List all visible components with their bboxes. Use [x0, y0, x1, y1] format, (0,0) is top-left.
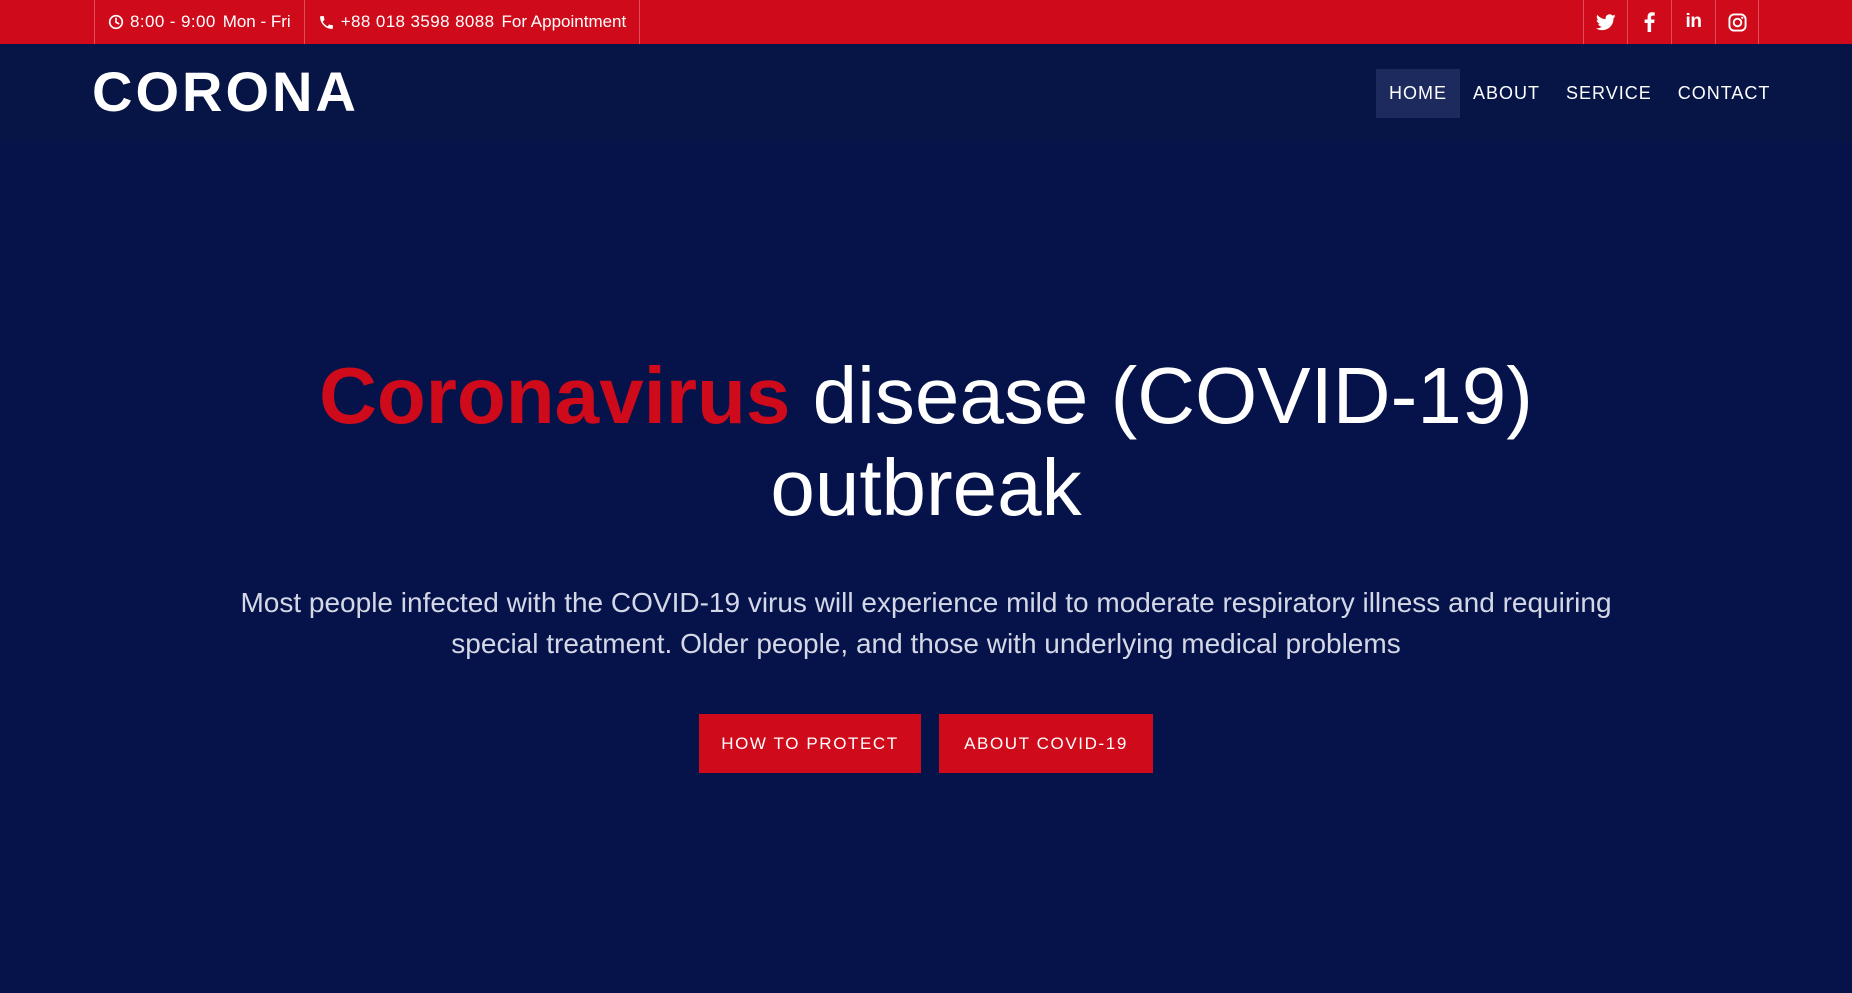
social-links: in — [1583, 0, 1759, 44]
hero-buttons: HOW TO PROTECT ABOUT COVID-19 — [0, 714, 1852, 773]
hours-time: 8:00 - 9:00 — [130, 12, 216, 31]
hero-title-rest: disease (COVID-19) outbreak — [770, 351, 1533, 532]
linkedin-icon: in — [1685, 11, 1702, 32]
facebook-link[interactable] — [1627, 0, 1671, 44]
clock-icon — [108, 14, 124, 30]
phone-icon — [319, 15, 333, 29]
phone-number[interactable]: +88 018 3598 8088 — [341, 12, 495, 32]
nav-item-home[interactable]: HOME — [1376, 69, 1460, 118]
site-header: CORONA HOME ABOUT SERVICE CONTACT — [0, 44, 1852, 142]
nav-item-contact[interactable]: CONTACT — [1665, 69, 1784, 118]
contact-info: 8:00 - 9:00 Mon - Fri +88 018 3598 8088 … — [94, 0, 641, 44]
twitter-link[interactable] — [1583, 0, 1627, 44]
about-covid-button[interactable]: ABOUT COVID-19 — [939, 714, 1153, 773]
phone-note: For Appointment — [501, 12, 627, 31]
hero-title: Coronavirus disease (COVID-19) outbreak — [226, 350, 1626, 534]
top-bar: 8:00 - 9:00 Mon - Fri +88 018 3598 8088 … — [0, 0, 1852, 44]
nav-item-about[interactable]: ABOUT — [1460, 69, 1553, 118]
hero-section: Coronavirus disease (COVID-19) outbreak … — [0, 142, 1852, 993]
instagram-icon — [1727, 12, 1747, 32]
how-to-protect-button[interactable]: HOW TO PROTECT — [699, 714, 921, 773]
facebook-icon — [1644, 12, 1655, 32]
main-nav: HOME ABOUT SERVICE CONTACT — [1376, 69, 1783, 118]
site-logo[interactable]: CORONA — [92, 62, 359, 122]
hero-title-accent: Coronavirus — [319, 351, 791, 440]
linkedin-link[interactable]: in — [1671, 0, 1715, 44]
instagram-link[interactable] — [1715, 0, 1759, 44]
nav-item-service[interactable]: SERVICE — [1553, 69, 1665, 118]
phone-info: +88 018 3598 8088 For Appointment — [303, 0, 641, 44]
hours-days: Mon - Fri — [222, 12, 291, 31]
opening-hours: 8:00 - 9:00 Mon - Fri — [94, 0, 304, 44]
hero-description: Most people infected with the COVID-19 v… — [240, 587, 1612, 659]
twitter-icon — [1595, 13, 1616, 30]
